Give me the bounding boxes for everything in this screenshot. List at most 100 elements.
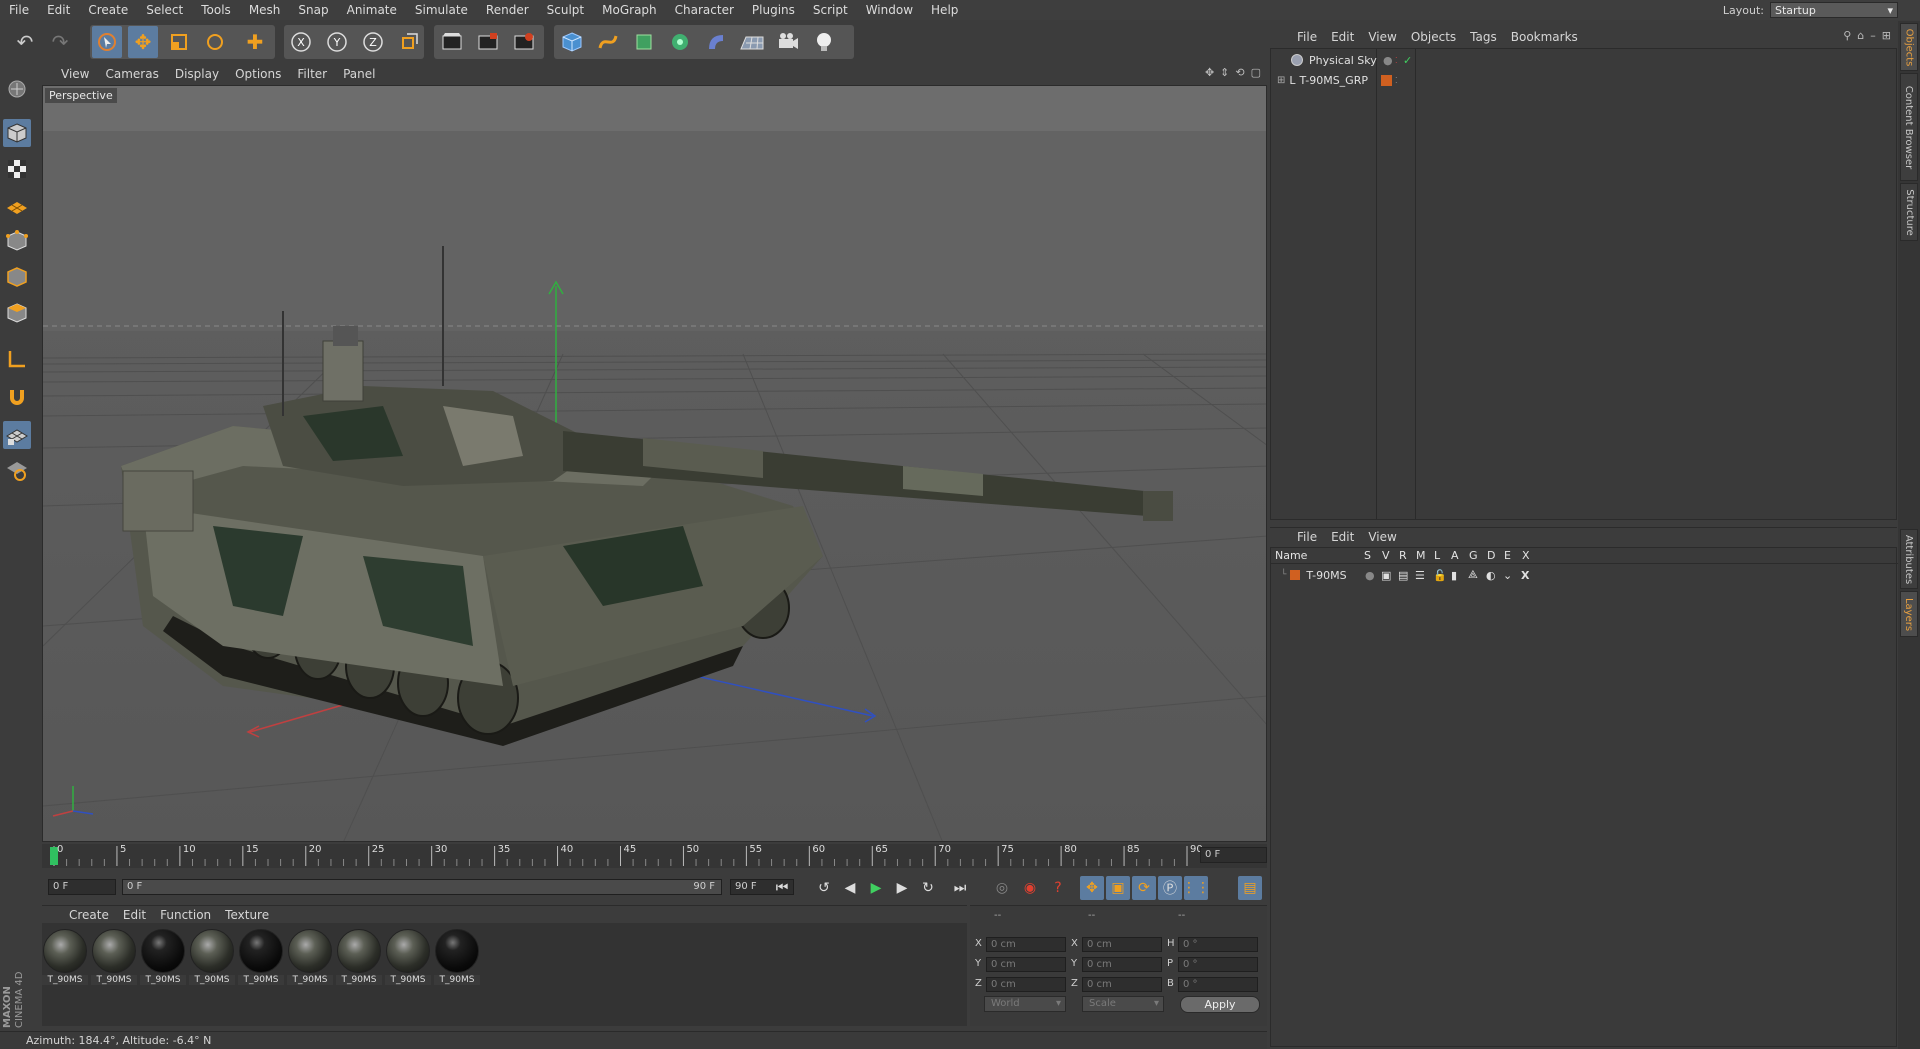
- menu-render[interactable]: Render: [477, 3, 538, 17]
- timeline-window-icon[interactable]: ▤: [1238, 876, 1262, 900]
- polygons-mode-icon[interactable]: [3, 299, 31, 327]
- layer-color-swatch[interactable]: [1290, 570, 1301, 580]
- undo-icon[interactable]: ↶: [10, 26, 40, 58]
- size-mode-dropdown[interactable]: Scale ▾: [1082, 996, 1164, 1012]
- deformers-toggle-icon[interactable]: ◐: [1486, 569, 1496, 582]
- render-view-icon[interactable]: [437, 26, 467, 58]
- om-menu-view[interactable]: View: [1361, 30, 1403, 44]
- texture-mode-icon[interactable]: [3, 155, 31, 183]
- tab-structure[interactable]: Structure: [1900, 183, 1918, 241]
- animation-toggle-icon[interactable]: ▮: [1451, 569, 1457, 582]
- size-z-field[interactable]: 0 cm: [1082, 977, 1162, 992]
- axis-mode-icon[interactable]: [3, 345, 31, 373]
- lm-menu-edit[interactable]: Edit: [1324, 530, 1361, 544]
- x-axis-lock-icon[interactable]: X: [286, 26, 316, 58]
- material-swatch[interactable]: T_90MS: [434, 928, 480, 990]
- material-menu-edit[interactable]: Edit: [116, 908, 153, 922]
- floor-icon[interactable]: [737, 26, 767, 58]
- menu-mograph[interactable]: MoGraph: [593, 3, 666, 17]
- apply-button[interactable]: Apply: [1180, 996, 1260, 1013]
- pos-y-field[interactable]: 0 cm: [986, 957, 1066, 972]
- material-swatch[interactable]: T_90MS: [42, 928, 88, 990]
- lm-menu-view[interactable]: View: [1361, 530, 1403, 544]
- material-swatch[interactable]: T_90MS: [385, 928, 431, 990]
- goto-end-icon[interactable]: ⏭: [948, 876, 972, 900]
- key-parameter-icon[interactable]: Ⓟ: [1158, 876, 1182, 900]
- om-menu-file[interactable]: File: [1290, 30, 1324, 44]
- play-icon[interactable]: ▶: [864, 876, 888, 900]
- viewport-menu-panel[interactable]: Panel: [335, 67, 383, 81]
- tab-objects[interactable]: Objects: [1900, 23, 1918, 71]
- expand-icon[interactable]: ⊞: [1277, 75, 1285, 86]
- pos-x-field[interactable]: 0 cm: [986, 937, 1066, 952]
- om-menu-objects[interactable]: Objects: [1404, 30, 1463, 44]
- array-icon[interactable]: [665, 26, 695, 58]
- dolly-icon[interactable]: ⇕: [1220, 66, 1229, 79]
- recent-tool-icon[interactable]: ✚: [240, 26, 270, 58]
- move-icon[interactable]: ✥: [128, 26, 158, 58]
- menu-sculpt[interactable]: Sculpt: [538, 3, 593, 17]
- viewport-menu-options[interactable]: Options: [227, 67, 289, 81]
- render-picture-viewer-icon[interactable]: [473, 26, 503, 58]
- object-row-physical-sky[interactable]: Physical Sky ● ⁚ ✓: [1271, 51, 1898, 69]
- tab-attributes[interactable]: Attributes: [1900, 529, 1918, 589]
- step-back-icon[interactable]: ◀: [838, 876, 862, 900]
- y-axis-lock-icon[interactable]: Y: [322, 26, 352, 58]
- material-menu-function[interactable]: Function: [153, 908, 218, 922]
- material-swatch[interactable]: T_90MS: [91, 928, 137, 990]
- rotate-icon[interactable]: [200, 26, 230, 58]
- material-menu-create[interactable]: Create: [62, 908, 116, 922]
- material-swatch[interactable]: T_90MS: [238, 928, 284, 990]
- menu-plugins[interactable]: Plugins: [743, 3, 804, 17]
- home-icon[interactable]: ⌂: [1857, 29, 1864, 42]
- rot-h-field[interactable]: 0 °: [1178, 937, 1258, 952]
- key-rotation-icon[interactable]: ⟳: [1132, 876, 1156, 900]
- visibility-dots-icon[interactable]: ⁚: [1395, 76, 1398, 85]
- material-swatch[interactable]: T_90MS: [189, 928, 235, 990]
- menu-window[interactable]: Window: [857, 3, 922, 17]
- menu-mesh[interactable]: Mesh: [240, 3, 290, 17]
- expressions-toggle-icon[interactable]: ⌄: [1503, 569, 1512, 582]
- enable-snap-icon[interactable]: [3, 421, 31, 449]
- cube-primitive-icon[interactable]: [557, 26, 587, 58]
- key-scale-icon[interactable]: ▣: [1106, 876, 1130, 900]
- menu-snap[interactable]: Snap: [289, 3, 337, 17]
- magnet-icon[interactable]: [3, 383, 31, 411]
- lock-toggle-icon[interactable]: 🔓: [1433, 569, 1447, 582]
- layout-dropdown[interactable]: Startup ▾: [1770, 2, 1898, 18]
- material-swatch[interactable]: T_90MS: [336, 928, 382, 990]
- menu-file[interactable]: File: [0, 3, 38, 17]
- material-swatch[interactable]: T_90MS: [287, 928, 333, 990]
- preview-range-slider[interactable]: 0 F 90 F: [122, 879, 722, 895]
- goto-next-key-icon[interactable]: ↻: [916, 876, 940, 900]
- z-axis-lock-icon[interactable]: Z: [358, 26, 388, 58]
- goto-prev-key-icon[interactable]: ↺: [812, 876, 836, 900]
- manager-toggle-icon[interactable]: ☰: [1415, 569, 1425, 582]
- redo-icon[interactable]: ↷: [45, 26, 75, 58]
- object-row-t90ms-grp[interactable]: ⊞ L T-90MS_GRP ⁚: [1271, 71, 1898, 89]
- layer-dot-icon[interactable]: ●: [1383, 54, 1393, 67]
- size-y-field[interactable]: 0 cm: [1082, 957, 1162, 972]
- menu-help[interactable]: Help: [922, 3, 967, 17]
- layer-row[interactable]: └ T-90MS ● ▣ ▤ ☰ 🔓 ▮ ⟁ ◐ ⌄ X: [1271, 566, 1898, 584]
- points-mode-icon[interactable]: [3, 227, 31, 255]
- current-frame-field[interactable]: 0 F: [1200, 847, 1267, 863]
- scale-icon[interactable]: [164, 26, 194, 58]
- menu-tools[interactable]: Tools: [192, 3, 240, 17]
- tab-content-browser[interactable]: Content Browser: [1900, 73, 1918, 181]
- coordinate-system-icon[interactable]: [394, 26, 424, 58]
- pos-z-field[interactable]: 0 cm: [986, 977, 1066, 992]
- om-menu-bookmarks[interactable]: Bookmarks: [1504, 30, 1585, 44]
- rot-b-field[interactable]: 0 °: [1178, 977, 1258, 992]
- render-settings-icon[interactable]: [509, 26, 539, 58]
- autokeying-icon[interactable]: ◉: [1018, 876, 1042, 900]
- layer-color-swatch[interactable]: [1381, 74, 1392, 86]
- locked-workplane-icon[interactable]: [3, 457, 31, 485]
- menu-script[interactable]: Script: [804, 3, 857, 17]
- visibility-dots-icon[interactable]: ⁚: [1395, 56, 1398, 65]
- viewport-menu-cameras[interactable]: Cameras: [97, 67, 166, 81]
- rot-p-field[interactable]: 0 °: [1178, 957, 1258, 972]
- make-editable-icon[interactable]: [3, 75, 31, 103]
- coordinate-space-dropdown[interactable]: World ▾: [984, 996, 1066, 1012]
- model-mode-icon[interactable]: [3, 119, 31, 147]
